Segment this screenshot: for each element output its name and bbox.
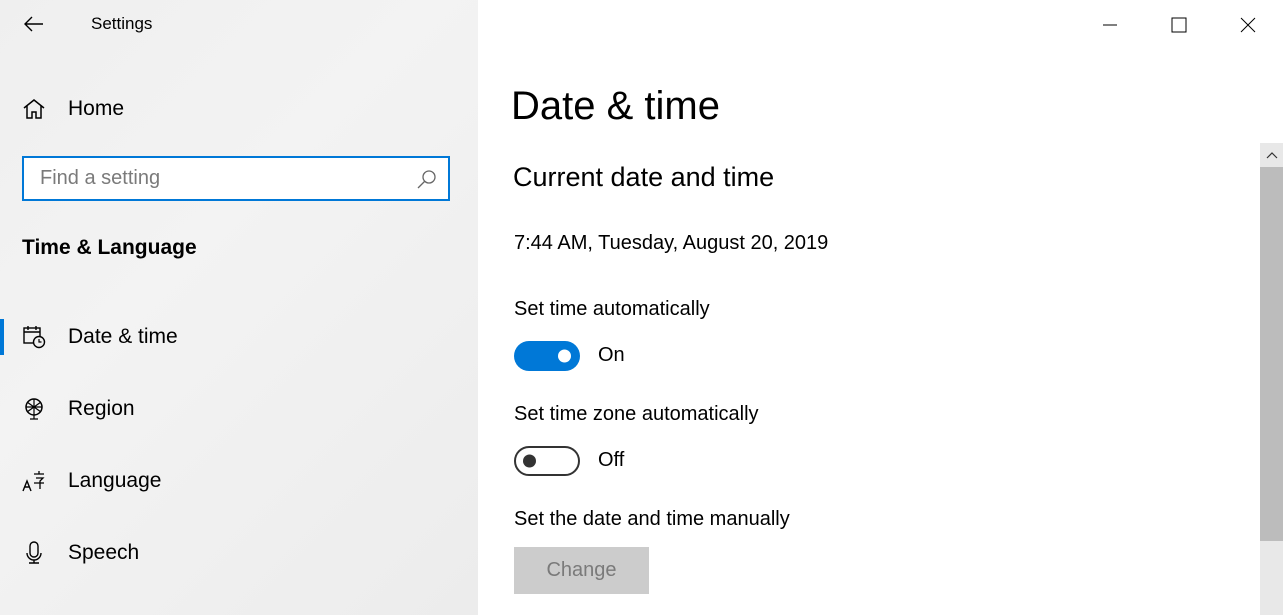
microphone-icon: [26, 541, 42, 564]
sidebar-home[interactable]: Home: [22, 92, 124, 126]
main-content: Date & time Current date and time 7:44 A…: [478, 0, 1283, 615]
sidebar-item-date-time[interactable]: Date & time: [0, 315, 478, 359]
language-icon: [22, 471, 45, 492]
sidebar-item-label: Speech: [68, 541, 140, 564]
search-box[interactable]: [22, 156, 450, 201]
back-arrow-icon: [24, 16, 43, 32]
section-heading: Current date and time: [513, 162, 775, 192]
set-manually-label: Set the date and time manually: [514, 508, 790, 530]
sidebar-item-label: Language: [68, 469, 162, 492]
set-time-zone-automatically-label: Set time zone automatically: [514, 403, 759, 425]
sidebar-item-speech[interactable]: Speech: [0, 531, 478, 575]
scroll-thumb[interactable]: [1260, 167, 1283, 541]
app-title: Settings: [91, 14, 153, 33]
home-icon: [23, 99, 45, 119]
maximize-icon: [1171, 17, 1187, 33]
toggle-state-label: On: [598, 344, 625, 366]
sidebar-item-label: Region: [68, 397, 135, 420]
selected-indicator: [0, 319, 4, 355]
search-icon[interactable]: [416, 168, 438, 190]
home-label: Home: [68, 97, 125, 120]
set-time-automatically-label: Set time automatically: [514, 298, 710, 320]
sidebar: Settings Home Time & Language Date & tim…: [0, 0, 478, 615]
search-input[interactable]: [24, 166, 416, 191]
set-time-zone-automatically-toggle[interactable]: [514, 446, 580, 476]
sidebar-item-label: Date & time: [68, 325, 178, 348]
calendar-clock-icon: [23, 326, 46, 349]
toggle-state-label: Off: [598, 449, 625, 471]
close-button[interactable]: [1225, 0, 1271, 50]
scroll-up-button[interactable]: [1260, 143, 1283, 167]
toggle-knob: [558, 349, 571, 363]
sidebar-item-region[interactable]: Region: [0, 387, 478, 431]
toggle-knob: [523, 454, 536, 468]
current-datetime: 7:44 AM, Tuesday, August 20, 2019: [514, 232, 829, 254]
change-button[interactable]: Change: [514, 547, 649, 594]
close-icon: [1240, 17, 1256, 33]
back-button[interactable]: [18, 8, 50, 40]
globe-icon: [25, 398, 43, 420]
sidebar-item-language[interactable]: Language: [0, 459, 478, 503]
minimize-icon: [1103, 24, 1117, 26]
minimize-button[interactable]: [1087, 0, 1133, 50]
chevron-up-icon: [1266, 152, 1277, 159]
set-time-automatically-toggle[interactable]: [514, 341, 580, 371]
section-title: Time & Language: [22, 236, 197, 259]
scrollbar[interactable]: [1260, 143, 1283, 615]
page-title: Date & time: [511, 84, 720, 128]
maximize-button[interactable]: [1156, 0, 1202, 50]
